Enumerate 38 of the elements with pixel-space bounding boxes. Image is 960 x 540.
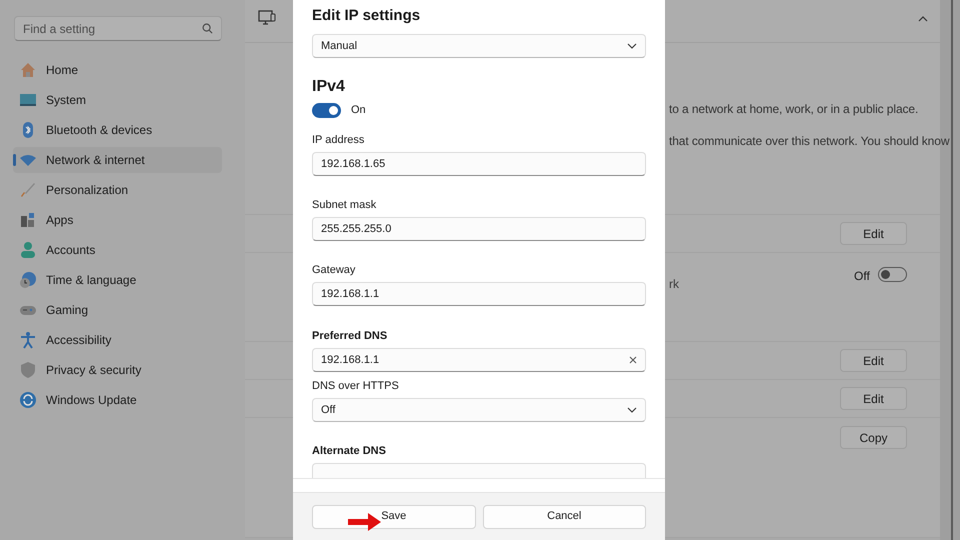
input-field[interactable]: 255.255.255.0 (312, 217, 646, 241)
dropdown[interactable]: Manual (312, 34, 646, 58)
sidebar-item[interactable]: Network & internet (13, 147, 222, 173)
input-field[interactable]: 192.168.1.65 (312, 152, 646, 176)
sidebar-item[interactable]: Bluetooth & devices (13, 117, 222, 143)
edit-button[interactable]: Edit (840, 222, 907, 245)
section-heading: IPv4 (312, 77, 346, 97)
toggle-state-text: Off (854, 268, 870, 285)
sidebar-item[interactable]: Time & language (13, 267, 222, 293)
input-field[interactable]: 192.168.1.1 (312, 282, 646, 306)
sidebar-item[interactable]: Accessibility (13, 327, 222, 353)
field-label: Preferred DNS (312, 328, 388, 344)
sidebar-item[interactable]: Home (13, 57, 222, 83)
edit-button[interactable]: Edit (840, 349, 907, 372)
sidebar-item[interactable]: Gaming (13, 297, 222, 323)
field-label: Gateway (312, 262, 356, 278)
input-field[interactable]: 192.168.1.1 (312, 348, 646, 372)
sidebar-item[interactable]: Personalization (13, 177, 222, 203)
edit-button[interactable]: Edit (840, 387, 907, 410)
cancel-button[interactable]: Cancel (482, 504, 646, 528)
save-button[interactable]: Save (312, 504, 476, 528)
description-text: to a network at home, work, or in a public place. (669, 101, 918, 118)
description-text: that communicate over this network. You should know (669, 133, 950, 150)
sidebar-item[interactable]: Privacy & security (13, 357, 222, 383)
sidebar-item[interactable]: Apps (13, 207, 222, 233)
copy-button[interactable]: Copy (840, 426, 907, 449)
description-text: rk (669, 276, 679, 293)
sidebar-item[interactable]: Accounts (13, 237, 222, 263)
field-label: Subnet mask (312, 198, 378, 213)
dialog-title: Edit IP settings (312, 6, 422, 26)
search-field[interactable]: Find a setting (14, 16, 222, 41)
field-label: DNS over HTTPS (312, 378, 400, 394)
toggle-state-text: On (351, 102, 366, 118)
dropdown[interactable]: Off (312, 398, 646, 422)
field-label: IP address (312, 132, 366, 148)
sidebar-item[interactable]: Windows Update (13, 387, 222, 413)
sidebar-item[interactable]: System (13, 87, 222, 113)
field-label: Alternate DNS (312, 444, 387, 459)
